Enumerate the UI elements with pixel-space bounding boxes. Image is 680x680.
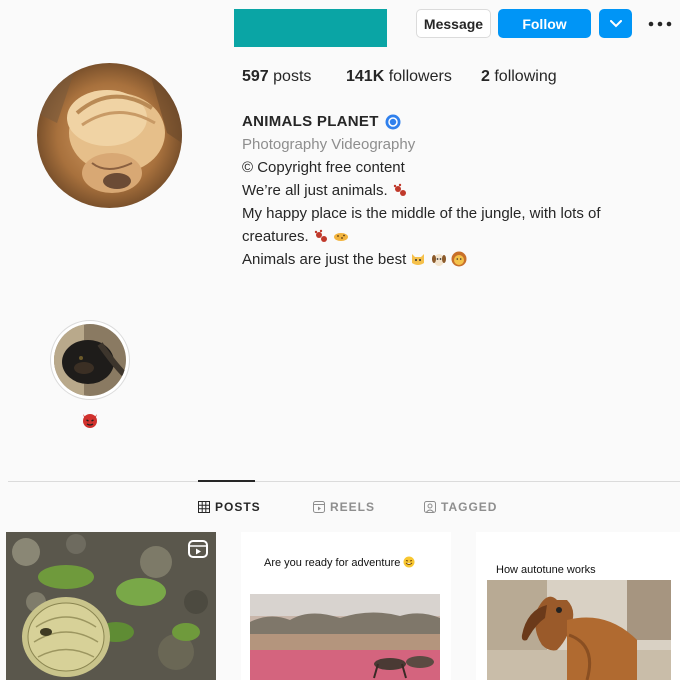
- suggested-dropdown-button[interactable]: [599, 9, 632, 38]
- profile-avatar[interactable]: [37, 63, 182, 208]
- active-tab-indicator: [198, 480, 255, 482]
- post-thumbnail[interactable]: Are you ready for adventure: [241, 532, 451, 680]
- dog-face-emoji-icon: [431, 254, 446, 266]
- bio-line-best: Animals are just the best: [242, 248, 662, 271]
- bio-line-copyright: © Copyright free content: [242, 159, 405, 176]
- bio-line-jungle: My happy place is the middle of the jung…: [242, 205, 601, 245]
- verified-badge-icon: [385, 114, 401, 129]
- followers-count-stat[interactable]: 141K followers: [346, 68, 452, 86]
- story-highlight[interactable]: [50, 320, 130, 400]
- profile-category: Photography Videography: [242, 136, 416, 153]
- tab-posts[interactable]: POSTS: [198, 500, 261, 514]
- reels-icon: [313, 501, 325, 513]
- lion-avatar-image: [37, 63, 182, 208]
- paw-prints-icon: [314, 229, 327, 242]
- leopard-emoji-icon: [334, 233, 349, 241]
- highlight-cover-image: [54, 324, 126, 396]
- profile-name: ANIMALS PLANET: [242, 113, 379, 130]
- follow-button[interactable]: Follow: [498, 9, 591, 38]
- reel-badge-icon: [188, 540, 208, 558]
- following-count-stat[interactable]: 2 following: [481, 68, 557, 86]
- posts-count-stat: 597 posts: [242, 68, 312, 85]
- tagged-icon: [424, 501, 436, 513]
- bio-line-animals: We’re all just animals.: [242, 179, 662, 202]
- message-button[interactable]: Message: [416, 9, 491, 38]
- paw-prints-icon: [393, 183, 406, 196]
- safari-video-frame: [250, 594, 440, 680]
- goat-video-frame: [487, 580, 671, 680]
- tab-reels[interactable]: REELS: [313, 500, 375, 514]
- laughing-emoji-icon: [403, 556, 415, 568]
- post-caption-text: How autotune works: [496, 564, 596, 576]
- cat-face-emoji-icon: [412, 254, 425, 265]
- devil-emoji-icon: [83, 414, 97, 428]
- tabs-divider: [8, 481, 680, 482]
- tab-tagged[interactable]: TAGGED: [424, 500, 497, 514]
- post-thumbnail[interactable]: How autotune works: [476, 532, 680, 680]
- post-caption-text: Are you ready for adventure: [264, 556, 415, 569]
- chevron-down-icon: [609, 19, 622, 27]
- lion-face-emoji-icon: [451, 251, 467, 267]
- username-redacted-block: [234, 9, 387, 47]
- profile-bio: ANIMALS PLANET Photography Videography ©…: [242, 110, 662, 271]
- grid-icon: [198, 501, 210, 513]
- more-options-icon[interactable]: [647, 14, 673, 34]
- pufferfish-post-image: [6, 532, 216, 680]
- profile-name-row: ANIMALS PLANET: [242, 110, 662, 133]
- post-thumbnail[interactable]: [6, 532, 216, 680]
